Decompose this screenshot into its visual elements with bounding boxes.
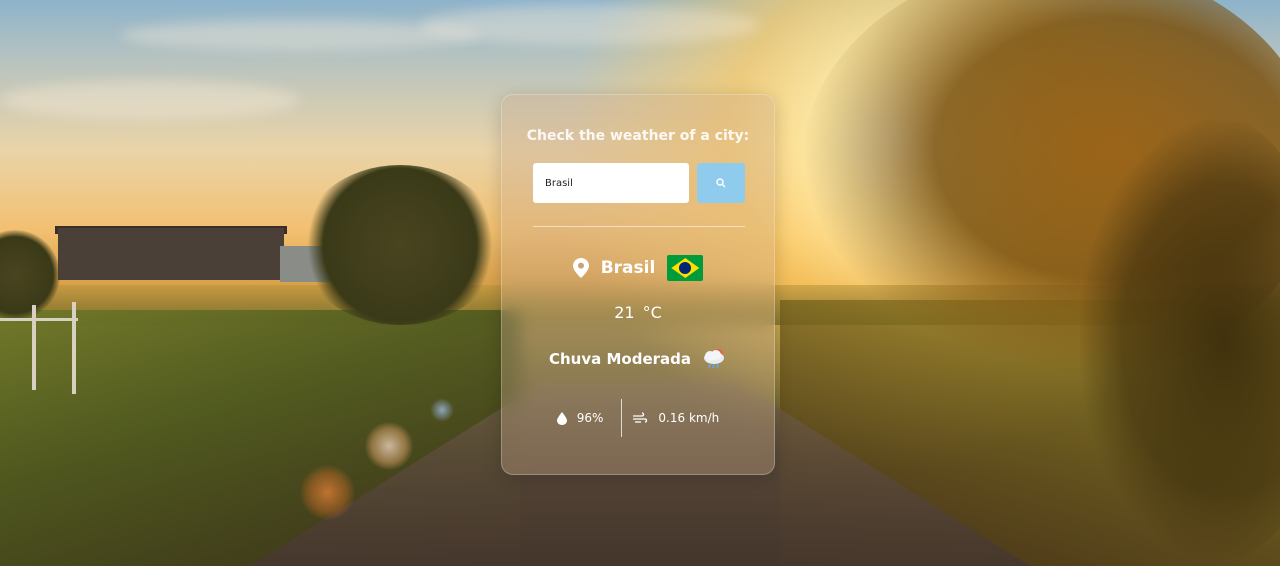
city-name: Brasil [600,258,656,278]
wind-icon [633,412,648,423]
fence-rail [0,318,78,321]
weather-card: Check the weather of a city: Brasil 21 °C… [501,94,775,475]
humidity-value: 96% [576,411,604,425]
barn [58,228,284,280]
rain-cloud-icon [704,349,724,369]
card-title: Check the weather of a city: [526,128,750,144]
description-row: Chuva Moderada [502,344,774,374]
big-tree-trunk [1080,120,1280,560]
search-icon [716,178,726,188]
weather-description: Chuva Moderada [548,350,691,368]
lens-flare [430,398,454,422]
wind-detail: 0.16 km/h [632,411,719,425]
lens-flare [365,422,413,470]
details-divider [621,399,623,437]
cloud [0,80,300,120]
fence-post [32,305,36,390]
brazil-flag-icon [667,255,704,281]
temperature-unit: °C [642,303,662,322]
tree [300,165,500,325]
city-row: Brasil [502,253,774,283]
details-row: 96% 0.16 km/h [502,399,774,437]
temperature-row: 21 °C [502,303,774,322]
lens-flare [300,465,355,520]
location-pin-icon [572,258,589,278]
wind-value: 0.16 km/h [658,411,720,425]
cloud [420,5,760,45]
city-search-input[interactable] [533,163,689,203]
humidity-detail: 96% [556,411,604,425]
water-drop-icon [556,411,567,425]
search-button[interactable] [697,163,745,203]
temperature-value: 21 [614,303,635,322]
divider [533,226,745,227]
fence-post [72,302,76,394]
